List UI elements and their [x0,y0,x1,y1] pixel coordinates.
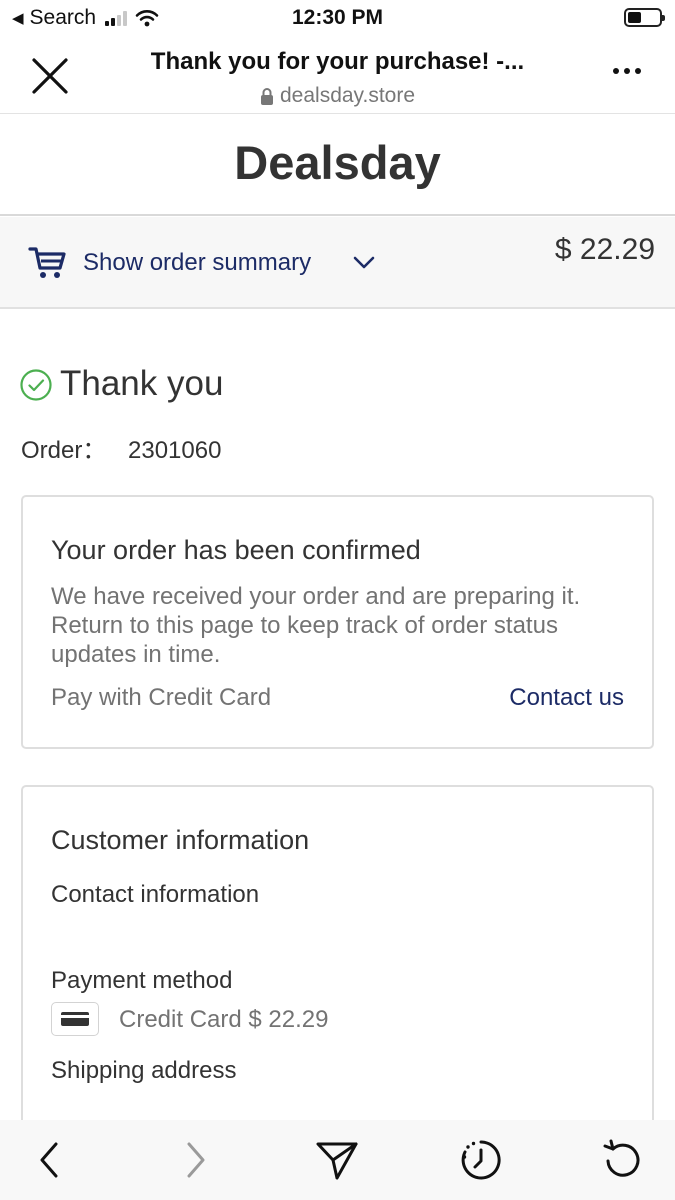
forward-arrow-icon[interactable] [173,1138,217,1182]
credit-card-icon [51,1002,99,1036]
confirmation-title: Your order has been confirmed [51,535,421,565]
more-icon[interactable] [613,68,641,74]
history-icon[interactable] [459,1138,503,1182]
close-icon[interactable] [28,54,72,98]
share-icon[interactable] [315,1138,359,1182]
status-bar: ◀ Search 12:30 PM [0,0,675,38]
order-label: Order： [21,437,107,464]
order-summary-toggle[interactable]: Show order summary $ 22.29 [0,217,675,309]
page-url-text: dealsday.store [279,84,416,107]
battery-icon [624,8,665,27]
status-time: 12:30 PM [291,6,384,29]
order-number: 2301060 [128,437,222,464]
reload-icon[interactable] [601,1138,645,1182]
thank-you-heading: Thank you [60,364,224,403]
customer-information-card: Customer information Contact information… [21,785,654,1145]
cart-icon [28,247,66,278]
contact-us-link[interactable]: Contact us [509,684,624,712]
lock-icon [260,88,273,105]
back-arrow-icon[interactable] [28,1138,72,1182]
payment-method-label: Payment method [51,967,233,994]
confirmation-message: We have received your order and are prep… [51,583,581,668]
page-url: dealsday.store [110,84,565,108]
payment-method-value: Credit Card $ 22.29 [119,1006,329,1033]
store-header: Dealsday [0,115,675,216]
browser-header: Thank you for your purchase! -... dealsd… [0,38,675,114]
check-circle-icon [20,369,52,401]
page-title: Thank you for your purchase! -... [150,48,525,75]
order-confirmed-card: Your order has been confirmed We have re… [21,495,654,749]
shipping-address-label: Shipping address [51,1057,237,1084]
browser-toolbar [0,1120,675,1200]
order-summary-label: Show order summary [83,249,312,276]
order-number-line: Order： 2301060 [21,430,221,465]
payment-note: Pay with Credit Card [51,684,272,711]
customer-info-title: Customer information [51,825,310,855]
store-logo[interactable]: Dealsday [0,135,675,190]
contact-information-label: Contact information [51,881,260,908]
order-total: $ 22.29 [554,233,655,266]
chevron-down-icon [353,256,375,269]
